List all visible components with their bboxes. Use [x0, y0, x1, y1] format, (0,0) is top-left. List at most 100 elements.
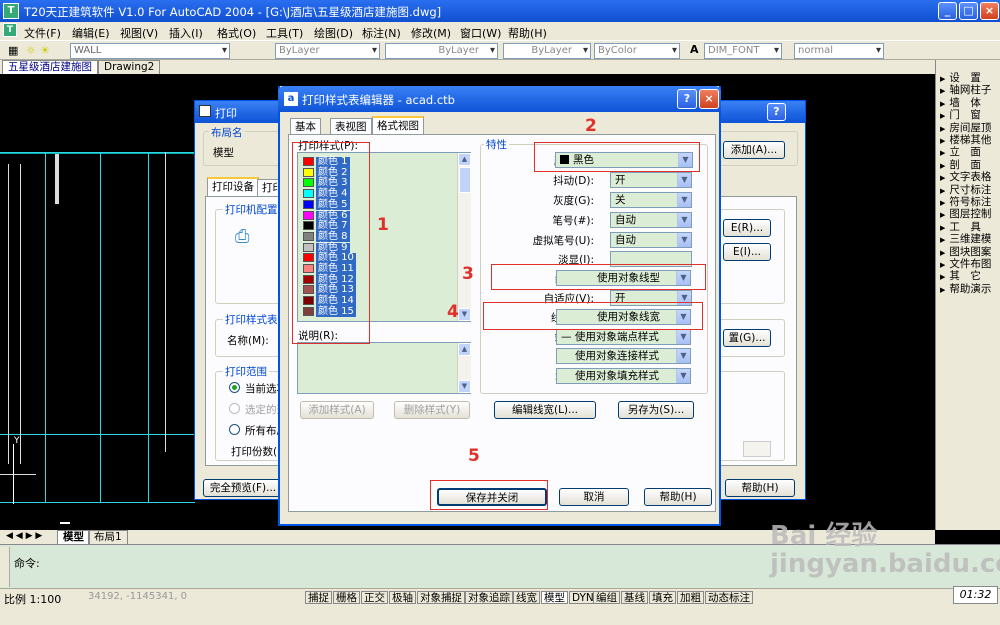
menu-bar: T 文件(F) 编辑(E) 视图(V) 插入(I) 格式(O) 工具(T) 绘图… — [0, 22, 1000, 40]
styles-scrollbar[interactable]: ▲ ▼ — [457, 153, 471, 321]
status-toggle[interactable]: 正交 — [361, 591, 388, 604]
chevron-down-icon[interactable]: ▼ — [677, 193, 691, 207]
tab-nav-arrows[interactable]: ◀ ◀ ▶ ▶ — [6, 531, 42, 541]
plotter-hint-button[interactable]: E(I)... — [723, 243, 771, 261]
chevron-down-icon[interactable]: ▼ — [676, 330, 690, 344]
editor-titlebar: a 打印样式表编辑器 - acad.ctb ? × — [278, 86, 721, 112]
close-button[interactable]: × — [980, 2, 999, 20]
plot-range-group-label: 打印范围 — [223, 364, 269, 379]
status-toggle[interactable]: 对象捕捉 — [417, 591, 465, 604]
status-toggle[interactable]: 捕捉 — [305, 591, 332, 604]
range-all-radio[interactable] — [229, 424, 240, 435]
menu-dimension[interactable]: 标注(N) — [362, 25, 401, 41]
tab-table-view[interactable]: 表视图 — [330, 118, 372, 135]
menu-help[interactable]: 帮助(H) — [508, 25, 547, 41]
layer-combo[interactable]: WALL — [70, 43, 230, 59]
y-axis-icon: Y — [14, 436, 20, 446]
layout-tab-layout1[interactable]: 布局1 — [88, 530, 128, 544]
tab-format-view[interactable]: 格式视图 — [372, 116, 424, 135]
property-label: 抖动(D): — [553, 175, 594, 187]
property-combo[interactable]: 自动 ▼ — [610, 212, 692, 228]
chevron-down-icon[interactable]: ▼ — [676, 369, 690, 383]
plotter-props-button[interactable]: E(R)... — [723, 219, 771, 237]
status-toggle[interactable]: 动态标注 — [705, 591, 753, 604]
chevron-down-icon[interactable]: ▼ — [676, 349, 690, 363]
menu-view[interactable]: 视图(V) — [120, 25, 158, 41]
menu-format[interactable]: 格式(O) — [217, 25, 256, 41]
status-toggle[interactable]: 编组 — [593, 591, 620, 604]
property-combo[interactable]: 关 ▼ — [610, 192, 692, 208]
print-dialog-title: 打印 — [215, 107, 237, 120]
menu-edit[interactable]: 编辑(E) — [72, 25, 110, 41]
properties-toolbar: ▦ ☼ ☀ WALL ByLayer ByLayer ByLayer ByCol… — [0, 40, 1000, 60]
plotstyle-combo[interactable]: ByColor — [594, 43, 680, 59]
full-preview-button[interactable]: 完全预览(F)... — [203, 479, 283, 497]
chevron-down-icon[interactable]: ▼ — [677, 213, 691, 227]
annotation-box-5 — [430, 480, 548, 510]
delete-style-button[interactable]: 删除样式(Y) — [394, 401, 470, 419]
status-toggle[interactable]: 极轴 — [389, 591, 416, 604]
editor-help-footer-button[interactable]: 帮助(H) — [644, 488, 712, 506]
layout-tab-model[interactable]: 模型 — [57, 530, 90, 544]
save-as-button[interactable]: 另存为(S)... — [618, 401, 694, 419]
editor-close-button[interactable]: × — [699, 89, 719, 109]
cancel-button[interactable]: 取消 — [559, 488, 629, 506]
title-bar: T T20天正建筑软件 V1.0 For AutoCAD 2004 - [G:\… — [0, 0, 1000, 22]
property-value: 自动 — [615, 214, 636, 226]
minimize-button[interactable]: _ — [938, 2, 957, 20]
status-toggle[interactable]: 模型 — [541, 591, 568, 604]
tab-general[interactable]: 基本 — [290, 118, 321, 135]
print-help-footer-button[interactable]: 帮助(H) — [725, 479, 795, 497]
range-current-radio[interactable] — [229, 382, 240, 393]
copies-stepper[interactable] — [743, 441, 771, 457]
dimstyle-combo[interactable]: normal — [794, 43, 884, 59]
status-toggle[interactable]: 加粗 — [677, 591, 704, 604]
textstyle-combo[interactable]: DIM_FONT — [704, 43, 782, 59]
range-selected-radio[interactable] — [229, 403, 240, 414]
color-combo[interactable]: ByLayer — [275, 43, 380, 59]
property-combo[interactable]: — 使用对象端点样式 ▼ — [556, 329, 691, 345]
menu-modify[interactable]: 修改(M) — [411, 25, 451, 41]
menu-draw[interactable]: 绘图(D) — [314, 25, 353, 41]
menu-tools[interactable]: 工具(T) — [266, 25, 303, 41]
maximize-button[interactable]: □ — [959, 2, 978, 20]
property-combo[interactable]: 自动 ▼ — [610, 232, 692, 248]
property-combo[interactable]: 使用对象填充样式 ▼ — [556, 368, 691, 384]
status-toggle[interactable]: 线宽 — [513, 591, 540, 604]
property-value: 关 — [615, 194, 626, 206]
status-toggle[interactable]: 对象追踪 — [465, 591, 513, 604]
edit-style-button[interactable]: 置(G)... — [723, 329, 771, 347]
annotation-box-3 — [491, 264, 706, 290]
command-prompt: 命令: — [14, 557, 40, 570]
layout-name-label: 布局名 — [209, 125, 245, 140]
doc-tab-drawing2[interactable]: Drawing2 — [98, 60, 161, 74]
add-style-button[interactable]: 添加样式(A) — [300, 401, 374, 419]
edit-lineweights-button[interactable]: 编辑线宽(L)... — [494, 401, 596, 419]
add-layout-button[interactable]: 添加(A)... — [723, 141, 785, 159]
property-combo[interactable]: 使用对象连接样式 ▼ — [556, 348, 691, 364]
status-toggle[interactable]: 基线 — [621, 591, 648, 604]
menu-window[interactable]: 窗口(W) — [460, 25, 501, 41]
tab-print-device[interactable]: 打印设备 — [207, 177, 259, 196]
sidebar-item[interactable]: ▶ 帮助演示 — [940, 281, 991, 296]
style-name-label: 名称(M): — [227, 335, 269, 347]
arrow-right-icon: ▶ — [940, 285, 946, 294]
doc-tab-main[interactable]: 五星级酒店建施图 — [2, 60, 98, 74]
scale-selector[interactable]: 比例 1:100 — [4, 591, 61, 607]
description-box[interactable]: ▲ ▼ — [297, 342, 471, 394]
annotation-5: 5 — [468, 446, 480, 466]
plotter-group-label: 打印机配置 — [223, 202, 280, 217]
layers-icon[interactable]: ▦ — [8, 44, 18, 57]
status-toggle[interactable]: 栅格 — [333, 591, 360, 604]
text-style-icon: A — [690, 43, 699, 56]
chevron-down-icon[interactable]: ▼ — [677, 233, 691, 247]
status-toggle[interactable]: 填充 — [649, 591, 676, 604]
linetype-combo[interactable]: ByLayer — [385, 43, 498, 59]
menu-insert[interactable]: 插入(I) — [169, 25, 203, 41]
property-combo[interactable]: 开 ▼ — [610, 172, 692, 188]
chevron-down-icon[interactable]: ▼ — [677, 173, 691, 187]
print-help-button[interactable]: ? — [767, 103, 786, 121]
editor-help-button[interactable]: ? — [677, 89, 697, 109]
menu-file[interactable]: 文件(F) — [24, 25, 61, 41]
lineweight-combo[interactable]: ByLayer — [503, 43, 591, 59]
